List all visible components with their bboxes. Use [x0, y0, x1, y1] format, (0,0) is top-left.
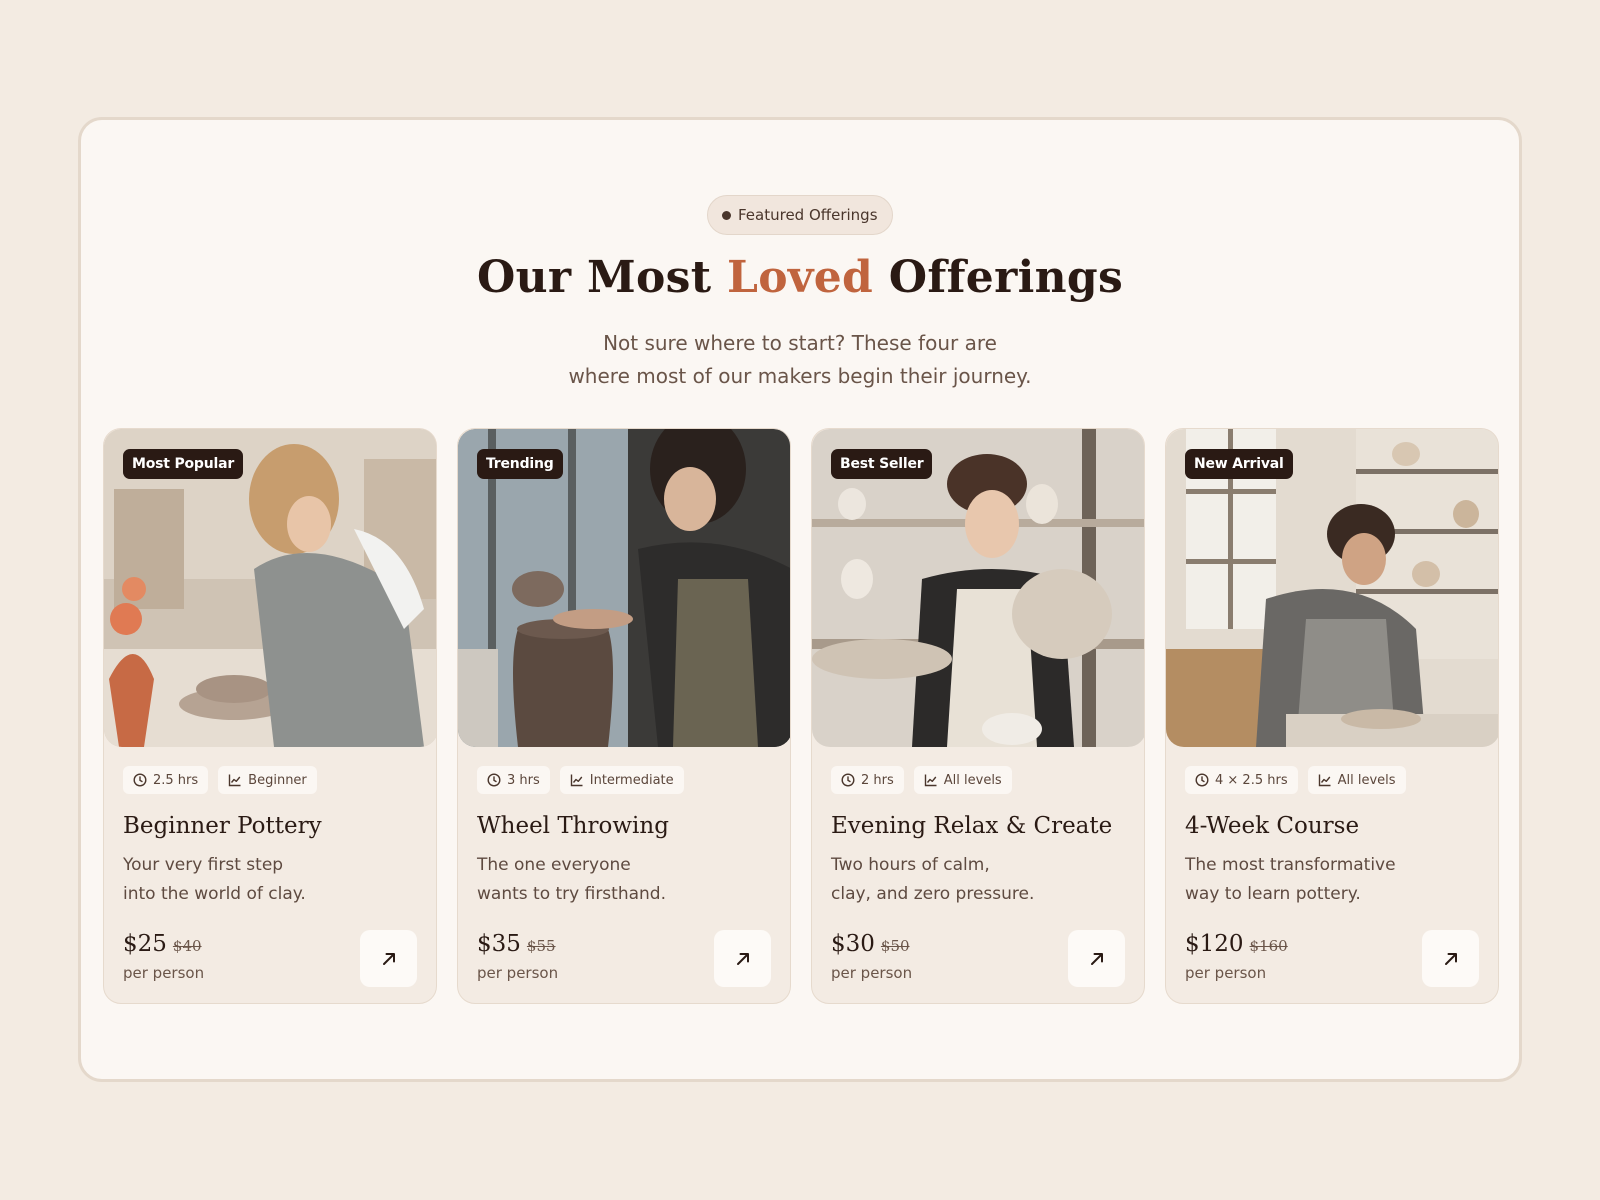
chart-line-icon	[1318, 774, 1331, 787]
arrow-up-right-icon	[382, 952, 395, 965]
description-line-2: into the world of clay.	[123, 884, 306, 904]
offering-card-evening-relax[interactable]: Best Seller 2 hrs All levels Evening Rel…	[811, 428, 1145, 1004]
duration-label: 4 × 2.5 hrs	[1215, 772, 1288, 788]
subtitle-line-1: Not sure where to start? These four are	[603, 331, 997, 355]
price: $35	[477, 931, 521, 957]
open-offering-button[interactable]	[1422, 930, 1479, 987]
section-title: Our Most Loved Offerings	[0, 252, 1600, 303]
title-before: Our Most	[476, 252, 727, 303]
offering-photo: Best Seller	[812, 429, 1144, 747]
card-title: Beginner Pottery	[123, 813, 322, 839]
card-description: The most transformative way to learn pot…	[1185, 851, 1445, 909]
open-offering-button[interactable]	[360, 930, 417, 987]
price-row: $25 $40	[123, 931, 202, 957]
price-row: $35 $55	[477, 931, 556, 957]
price-unit: per person	[1185, 964, 1267, 982]
price-row: $120 $160	[1185, 931, 1288, 957]
level-label: All levels	[943, 772, 1002, 788]
chart-line-icon	[570, 774, 583, 787]
level-label: Beginner	[248, 772, 307, 788]
card-description: Two hours of calm, clay, and zero pressu…	[831, 851, 1091, 909]
description-line-1: The most transformative	[1185, 855, 1396, 875]
section-subtitle: Not sure where to start? These four are …	[0, 327, 1600, 393]
price: $30	[831, 931, 875, 957]
offering-photo: New Arrival	[1166, 429, 1498, 747]
arrow-up-right-icon	[1444, 952, 1457, 965]
description-line-2: clay, and zero pressure.	[831, 884, 1035, 904]
duration-label: 3 hrs	[507, 772, 540, 788]
card-description: The one everyone wants to try firsthand.	[477, 851, 737, 909]
dot-icon	[722, 210, 731, 220]
offering-card-wheel-throwing[interactable]: Trending 3 hrs Intermediate Wheel Throwi…	[457, 428, 791, 1004]
offering-card-beginner-pottery[interactable]: Most Popular 2.5 hrs Beginner Beginner P…	[103, 428, 437, 1004]
badge-new-arrival: New Arrival	[1185, 449, 1293, 479]
card-meta: 3 hrs Intermediate	[477, 766, 684, 794]
offering-card-4-week-course[interactable]: New Arrival 4 × 2.5 hrs All levels 4-Wee…	[1165, 428, 1499, 1004]
card-description: Your very first step into the world of c…	[123, 851, 383, 909]
card-meta: 2 hrs All levels	[831, 766, 1012, 794]
offerings-grid: Most Popular 2.5 hrs Beginner Beginner P…	[103, 428, 1499, 1004]
arrow-up-right-icon	[736, 952, 749, 965]
open-offering-button[interactable]	[1068, 930, 1125, 987]
clock-icon	[487, 773, 501, 787]
duration-chip: 4 × 2.5 hrs	[1185, 766, 1298, 794]
price: $120	[1185, 931, 1244, 957]
old-price: $40	[172, 937, 202, 955]
old-price: $160	[1249, 937, 1288, 955]
title-after: Offerings	[873, 252, 1124, 303]
level-label: All levels	[1337, 772, 1396, 788]
eyebrow-label: Featured Offerings	[738, 206, 878, 224]
open-offering-button[interactable]	[714, 930, 771, 987]
card-meta: 2.5 hrs Beginner	[123, 766, 317, 794]
level-chip: All levels	[913, 766, 1012, 794]
price-unit: per person	[123, 964, 205, 982]
card-title: 4-Week Course	[1185, 813, 1360, 839]
level-label: Intermediate	[589, 772, 674, 788]
clock-icon	[1195, 773, 1209, 787]
duration-label: 2.5 hrs	[153, 772, 199, 788]
old-price: $50	[880, 937, 910, 955]
offering-photo: Trending	[458, 429, 790, 747]
badge-most-popular: Most Popular	[123, 449, 244, 479]
level-chip: Intermediate	[559, 766, 684, 794]
offering-photo: Most Popular	[104, 429, 436, 747]
clock-icon	[841, 773, 855, 787]
price-row: $30 $50	[831, 931, 910, 957]
price-unit: per person	[831, 964, 913, 982]
description-line-1: Your very first step	[123, 855, 284, 875]
description-line-2: wants to try firsthand.	[477, 884, 666, 904]
badge-trending: Trending	[477, 449, 563, 479]
chart-line-icon	[228, 774, 241, 787]
price-unit: per person	[477, 964, 559, 982]
price: $25	[123, 931, 167, 957]
chart-line-icon	[924, 774, 937, 787]
badge-best-seller: Best Seller	[831, 449, 933, 479]
description-line-2: way to learn pottery.	[1185, 884, 1361, 904]
description-line-1: Two hours of calm,	[831, 855, 990, 875]
level-chip: All levels	[1307, 766, 1406, 794]
duration-chip: 3 hrs	[477, 766, 550, 794]
description-line-1: The one everyone	[477, 855, 631, 875]
card-title: Wheel Throwing	[477, 813, 669, 839]
duration-chip: 2.5 hrs	[123, 766, 209, 794]
level-chip: Beginner	[218, 766, 317, 794]
clock-icon	[133, 773, 147, 787]
duration-label: 2 hrs	[861, 772, 894, 788]
title-accent: Loved	[726, 252, 874, 303]
card-title: Evening Relax & Create	[831, 813, 1113, 839]
duration-chip: 2 hrs	[831, 766, 904, 794]
subtitle-line-2: where most of our makers begin their jou…	[568, 364, 1032, 388]
featured-eyebrow-pill: Featured Offerings	[707, 195, 893, 235]
old-price: $55	[526, 937, 556, 955]
card-meta: 4 × 2.5 hrs All levels	[1185, 766, 1406, 794]
arrow-up-right-icon	[1090, 952, 1103, 965]
